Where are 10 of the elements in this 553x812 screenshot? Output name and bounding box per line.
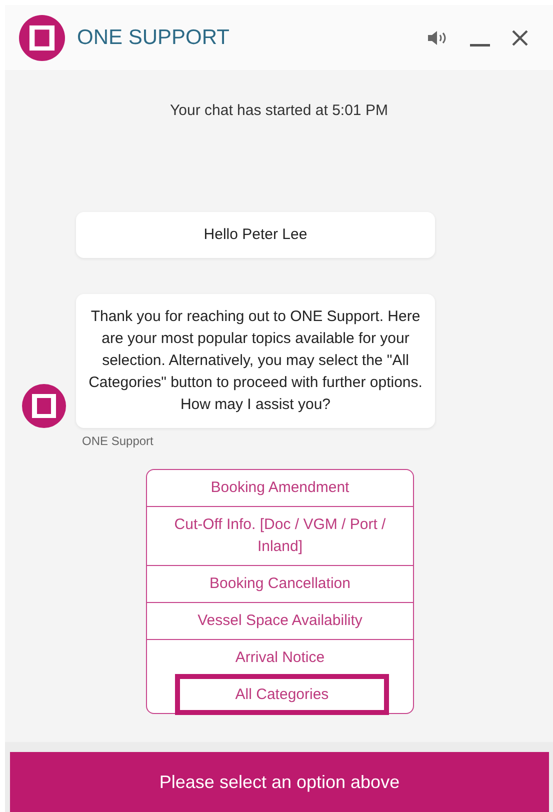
logo-icon xyxy=(17,14,67,60)
message-bubble: Hello Peter Lee xyxy=(76,212,435,258)
window-title: ONE SUPPORT xyxy=(77,26,230,50)
bot-avatar-icon xyxy=(22,384,66,428)
sender-name: ONE Support xyxy=(82,434,154,448)
prompt-bar: Please select an option above xyxy=(10,752,549,812)
message-bubble: Thank you for reaching out to ONE Support. Here are your most popular topics available for your selection. Alternatively, you may select the "All Categories" button to proceed with further options. How may I assist you? xyxy=(76,294,435,428)
option-button[interactable]: All Categories xyxy=(177,676,387,713)
close-icon[interactable] xyxy=(511,28,529,46)
chat-start-time: Your chat has started at 5:01 PM xyxy=(169,102,389,121)
